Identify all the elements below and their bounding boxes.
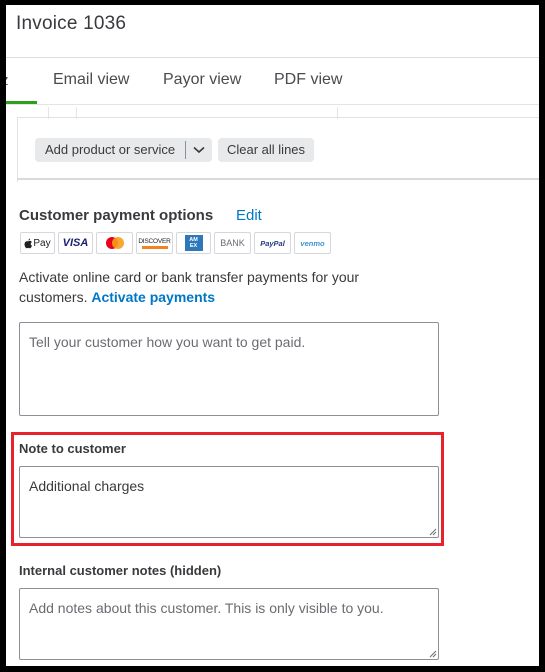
- discover-stripe: [141, 245, 168, 249]
- payment-method-text: AM EX: [189, 237, 198, 249]
- chevron-down-icon: [193, 146, 205, 154]
- mastercard-circles-icon: [105, 237, 124, 249]
- mastercard-icon: [96, 232, 133, 254]
- internal-notes-label: Internal customer notes (hidden): [19, 563, 222, 578]
- payment-method-text: Pay: [33, 237, 51, 249]
- internal-notes-textarea[interactable]: Add notes about this customer. This is o…: [19, 588, 439, 660]
- payment-message-placeholder: Tell your customer how you want to get p…: [29, 334, 306, 350]
- active-tab-indicator: [6, 101, 37, 104]
- discover-icon: DISCOVER: [136, 232, 173, 254]
- paypal-icon: PayPal: [254, 232, 291, 254]
- view-tabs: z Email view Payor view PDF view: [6, 58, 539, 105]
- divider: [17, 117, 539, 118]
- invoice-header: Invoice 1036: [6, 5, 539, 58]
- page-title: Invoice 1036: [16, 13, 127, 34]
- tab-payor-view[interactable]: Payor view: [163, 71, 241, 89]
- activate-payments-link[interactable]: Activate payments: [91, 289, 215, 305]
- apple-pay-icon: Pay: [20, 232, 55, 254]
- payment-method-text: PayPal: [260, 238, 285, 248]
- resize-handle-icon[interactable]: [429, 650, 437, 658]
- clear-all-lines-button[interactable]: Clear all lines: [218, 138, 315, 162]
- payment-message-textarea[interactable]: Tell your customer how you want to get p…: [19, 322, 439, 416]
- payment-method-text: BANK: [220, 238, 245, 248]
- apple-logo-icon: [24, 238, 33, 248]
- highlight-box: [11, 432, 444, 546]
- internal-notes-placeholder: Add notes about this customer. This is o…: [29, 600, 384, 616]
- add-product-dropdown-button[interactable]: [186, 138, 212, 162]
- payment-options-title: Customer payment options: [19, 207, 214, 224]
- invoice-panel: Invoice 1036 z Email view Payor view PDF…: [6, 5, 539, 666]
- amex-icon: AM EX: [176, 232, 211, 254]
- edit-payment-options-link[interactable]: Edit: [236, 207, 262, 224]
- tab-pdf-view[interactable]: PDF view: [274, 71, 342, 89]
- add-product-split-button: Add product or service: [35, 138, 213, 162]
- clipped-text: z: [6, 72, 9, 89]
- venmo-icon: venmo: [294, 232, 331, 254]
- payment-method-text: venmo: [300, 238, 325, 248]
- payment-method-text: DISCOVER: [138, 237, 171, 245]
- payment-method-icons: Pay VISA DISCOVER AM EX BANK PayPal venm…: [20, 232, 331, 254]
- add-product-button[interactable]: Add product or service: [35, 138, 185, 162]
- tab-email-view[interactable]: Email view: [53, 71, 129, 89]
- divider: [17, 117, 18, 182]
- bank-icon: BANK: [214, 232, 251, 254]
- divider: [17, 178, 539, 180]
- activate-payments-info: Activate online card or bank transfer pa…: [19, 267, 399, 307]
- payment-method-text: VISA: [62, 237, 89, 249]
- visa-icon: VISA: [58, 232, 93, 254]
